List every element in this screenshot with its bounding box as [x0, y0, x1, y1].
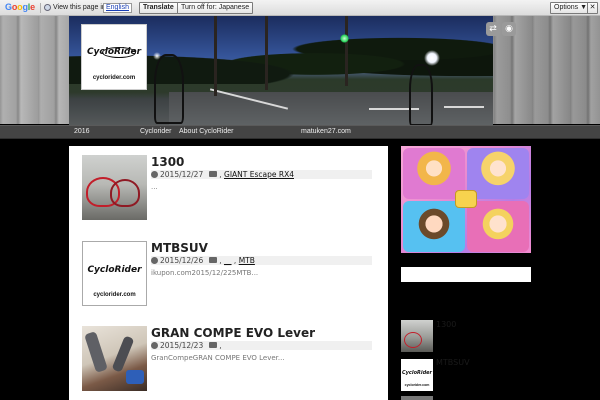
- folder-icon: [209, 171, 218, 177]
- language-select[interactable]: English: [103, 3, 132, 13]
- translate-button[interactable]: Translate: [139, 2, 178, 14]
- share-icon[interactable]: ⇄: [486, 22, 500, 36]
- nav-item-about[interactable]: About CycloRider: [179, 128, 233, 135]
- translate-message: View this page in:: [53, 4, 108, 11]
- post-title[interactable]: GRAN COMPE EVO Lever: [151, 326, 315, 340]
- post-category-prefix: ,: [219, 170, 222, 179]
- post-meta: 2015/12/27, GIANT Escape RX4: [151, 170, 372, 179]
- options-button[interactable]: Options ▼: [550, 2, 591, 14]
- clock-icon: [151, 171, 158, 178]
- globe-icon: [44, 4, 51, 11]
- post-date: 2015/12/27: [160, 170, 204, 179]
- clock-icon: [151, 342, 158, 349]
- thumb-logo-word: CycloRider: [87, 265, 142, 275]
- main-nav: 2016 Cyclorider About CycloRider matuken…: [0, 125, 600, 139]
- post-title[interactable]: MTBSUV: [151, 241, 208, 255]
- post-category-2[interactable]: MTB: [239, 256, 255, 265]
- post-thumbnail[interactable]: [82, 155, 147, 220]
- logo-wordmark: CycloRider: [86, 47, 142, 57]
- nav-item-matuken27[interactable]: matuken27.com: [301, 128, 351, 135]
- folder-icon: [209, 342, 218, 348]
- thumb-logo-url: cyclorider.com: [93, 292, 136, 298]
- sidebar-thumb-logo-word: CycloRider: [401, 370, 433, 376]
- post-category[interactable]: __: [224, 256, 232, 265]
- translate-bar-divider: [40, 3, 41, 13]
- post-thumbnail[interactable]: CycloRider cyclorider.com: [82, 241, 147, 306]
- post-category-prefix: ,: [219, 341, 222, 350]
- nav-item-2016[interactable]: 2016: [74, 128, 90, 135]
- sidebar-widget-box: [401, 267, 531, 282]
- post-title[interactable]: 1300: [151, 155, 184, 169]
- site-logo[interactable]: CycloRider cyclorider.com: [81, 24, 147, 90]
- sidebar-recent-thumbnail[interactable]: [401, 320, 433, 352]
- sidebar-recent-thumbnail[interactable]: [401, 396, 433, 400]
- main-content: 1300 2015/12/27, GIANT Escape RX4 ... Cy…: [69, 146, 388, 400]
- post-meta: 2015/12/23,: [151, 341, 372, 350]
- logo-url: cyclorider.com: [92, 75, 136, 81]
- sidebar-recent-title[interactable]: MTBSUV: [436, 358, 470, 367]
- sidebar-thumb-logo-url: cyclorider.com: [404, 383, 430, 387]
- translate-bar: Google View this page in: English Transl…: [0, 0, 600, 16]
- post-thumbnail[interactable]: [82, 326, 147, 391]
- google-logo: Google: [5, 2, 35, 12]
- post-category-separator: ,: [233, 256, 237, 265]
- folder-icon: [209, 257, 218, 263]
- post-date: 2015/12/23: [160, 341, 204, 350]
- clock-icon: [151, 257, 158, 264]
- close-icon[interactable]: ✕: [587, 2, 598, 14]
- turn-off-button[interactable]: Turn off for: Japanese: [177, 2, 254, 14]
- post-excerpt: ikupon.com2015/12/225MTB...: [151, 269, 259, 277]
- post-category-prefix: ,: [219, 256, 222, 265]
- nav-item-cyclorider[interactable]: Cyclorider: [140, 128, 172, 135]
- post-category[interactable]: GIANT Escape RX4: [224, 170, 294, 179]
- sidebar-recent-title[interactable]: 1300: [436, 320, 456, 329]
- rss-icon[interactable]: ◉: [502, 22, 516, 36]
- post-excerpt: GranCompeGRAN COMPE EVO Lever...: [151, 354, 285, 362]
- post-meta: 2015/12/26, __ , MTB: [151, 256, 372, 265]
- sidebar-recent-thumbnail[interactable]: CycloRider cyclorider.com: [401, 359, 433, 391]
- page: Google View this page in: English Transl…: [0, 0, 600, 400]
- post-date: 2015/12/26: [160, 256, 204, 265]
- post-excerpt: ...: [151, 183, 158, 191]
- sidebar-ad-banner[interactable]: [401, 146, 531, 253]
